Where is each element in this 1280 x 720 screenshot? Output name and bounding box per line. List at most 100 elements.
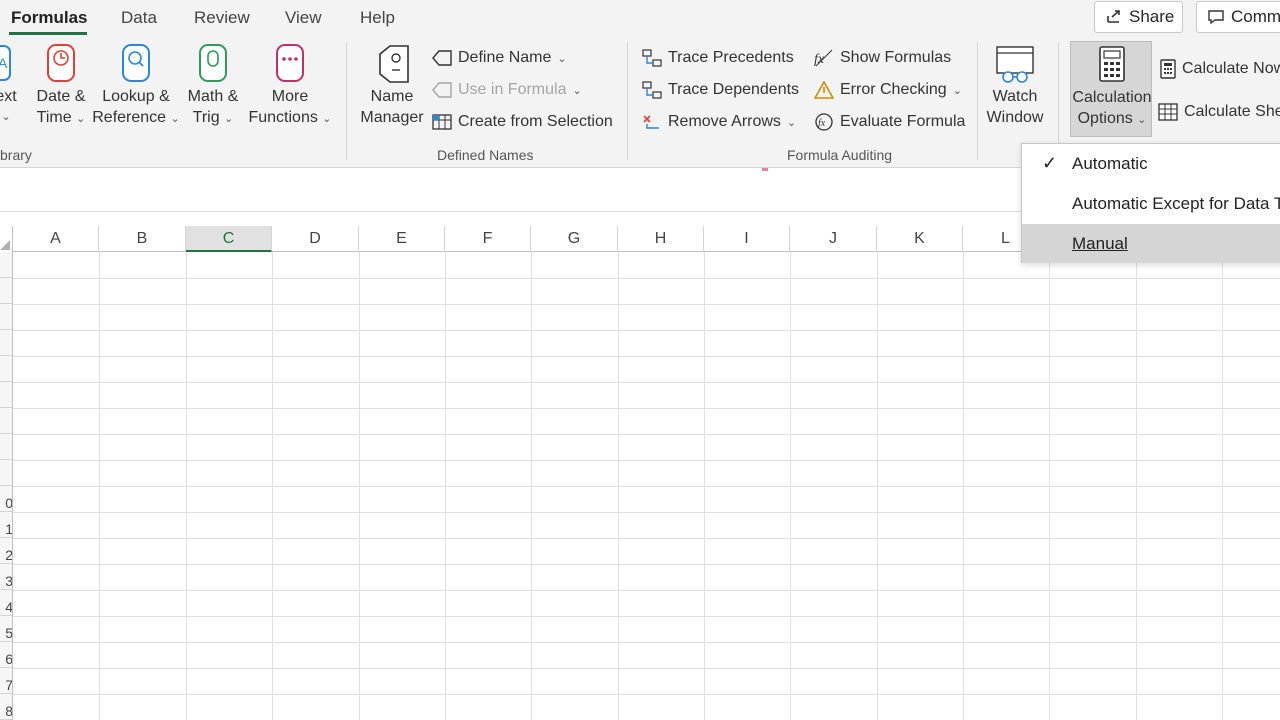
grid-row-line [13,460,1280,461]
trace-precedents-label: Trace Precedents [668,49,794,66]
name-manager-button[interactable]: Name Manager [356,44,428,128]
column-header-c[interactable]: C [186,226,272,252]
column-header-a[interactable]: A [13,226,99,252]
calculate-sheet-button[interactable]: Calculate Shee [1158,103,1280,121]
lookup-reference-button[interactable]: Lookup & Reference ⌄ [92,44,180,130]
checkmark-icon: ✓ [1042,153,1058,173]
name-manager-icon [379,45,409,83]
evaluate-formula-icon: fx [815,113,833,131]
share-button[interactable]: Share [1094,1,1183,33]
watch-window-label-2: Window [986,109,1044,126]
more-functions-button[interactable]: More Functions ⌄ [246,44,334,130]
chevron-down-icon: ⌄ [952,84,962,97]
show-formulas-label: Show Formulas [840,49,952,66]
grid-row-line [13,512,1280,513]
grid-row-line [13,538,1280,539]
calculate-now-button[interactable]: Calculate Now [1160,59,1280,79]
math-trig-icon [199,44,227,82]
grid-row-line [13,668,1280,669]
date-time-label-2: Time [36,109,72,126]
date-time-button[interactable]: Date & Time ⌄ [30,44,92,130]
active-tab-indicator [9,32,87,35]
column-header-d[interactable]: D [272,226,359,252]
column-header-g[interactable]: G [531,226,618,252]
trace-precedents-button[interactable]: Trace Precedents [642,49,794,67]
tag-icon [432,50,452,66]
grid-row-line [13,486,1280,487]
trace-dependents-button[interactable]: Trace Dependents [642,81,799,99]
calculation-options-label-1: Calculation [1072,89,1152,106]
formula-auditing-group-label: Formula Auditing [787,147,893,163]
name-manager-label-1: Name [370,88,414,105]
comments-button[interactable]: Comm [1196,1,1280,33]
group-divider [627,42,628,160]
row-header-border [12,252,13,720]
svg-text:fx: fx [814,52,825,67]
column-header-f[interactable]: F [445,226,531,252]
grid-row-line [13,408,1280,409]
grid-row-line [13,330,1280,331]
watch-window-label-1: Watch [992,88,1038,105]
remove-arrows-label: Remove Arrows [668,113,781,130]
tab-review[interactable]: Review [194,8,250,28]
column-header-h[interactable]: H [618,226,704,252]
use-in-formula-button[interactable]: Use in Formula ⌄ [432,81,582,99]
grid-row-line [13,642,1280,643]
define-name-button[interactable]: Define Name ⌄ [432,49,567,67]
column-header-k[interactable]: K [877,226,963,252]
use-in-formula-icon [432,82,452,98]
chevron-down-icon: ⌄ [786,116,797,129]
show-formulas-button[interactable]: fx Show Formulas [814,49,951,67]
column-header-b[interactable]: B [99,226,186,252]
menu-item-automatic[interactable]: ✓ Automatic [1022,144,1280,183]
show-formulas-icon: fx [814,49,833,67]
clock-icon [47,44,75,82]
remove-arrows-button[interactable]: Remove Arrows ⌄ [642,113,796,131]
column-header-i[interactable]: I [704,226,790,252]
grid-row-line [13,694,1280,695]
more-functions-icon [276,44,304,82]
warning-icon [814,81,834,99]
evaluate-formula-label: Evaluate Formula [840,113,966,130]
svg-text:A: A [0,55,8,71]
function-library-group-label: brary [0,147,32,163]
formula-bar-marker [762,168,768,171]
menu-item-automatic-except[interactable]: Automatic Except for Data Ta [1022,184,1280,223]
error-checking-button[interactable]: Error Checking ⌄ [814,81,962,99]
chevron-down-icon: ⌄ [572,84,582,97]
menu-item-automatic-except-label: Automatic Except for Data Ta [1072,194,1280,213]
calculation-options-button[interactable]: Calculation Options ⌄ [1070,41,1152,137]
grid-row-line [13,590,1280,591]
name-manager-label-2: Manager [360,109,424,126]
calculation-options-menu: ✓ Automatic Automatic Except for Data Ta… [1021,143,1280,263]
select-all-corner[interactable] [0,226,13,252]
menu-item-manual[interactable]: Manual [1022,224,1280,263]
share-icon [1107,10,1120,23]
comment-icon [1208,10,1224,25]
chevron-down-icon: ⌄ [1137,114,1147,126]
grid-row-line [13,564,1280,565]
define-name-label: Define Name [458,49,552,66]
text-function-button[interactable]: A ext ⌄ [0,44,20,128]
text-function-icon: A [0,45,11,81]
create-from-selection-button[interactable]: Create from Selection [432,113,613,131]
date-time-label-1: Date & [36,88,86,105]
tab-formulas[interactable]: Formulas [11,8,88,28]
math-label-2: Trig [192,109,220,126]
math-trig-button[interactable]: Math & Trig ⌄ [180,44,246,130]
tab-data[interactable]: Data [121,8,157,28]
column-header-j[interactable]: J [790,226,877,252]
comments-label: Comm [1231,7,1280,26]
svg-text:fx: fx [818,118,826,129]
menu-item-manual-label: Manual [1072,234,1128,253]
tab-help[interactable]: Help [360,8,395,28]
chevron-down-icon: ⌄ [322,113,332,125]
error-checking-label: Error Checking [840,81,947,98]
watch-window-button[interactable]: Watch Window [982,44,1048,128]
column-header-e[interactable]: E [359,226,445,252]
grid-row-line [13,382,1280,383]
tab-view[interactable]: View [285,8,322,28]
sheet-calculator-icon [1158,103,1178,121]
chevron-down-icon: ⌄ [76,113,86,125]
evaluate-formula-button[interactable]: fx Evaluate Formula [814,113,965,131]
